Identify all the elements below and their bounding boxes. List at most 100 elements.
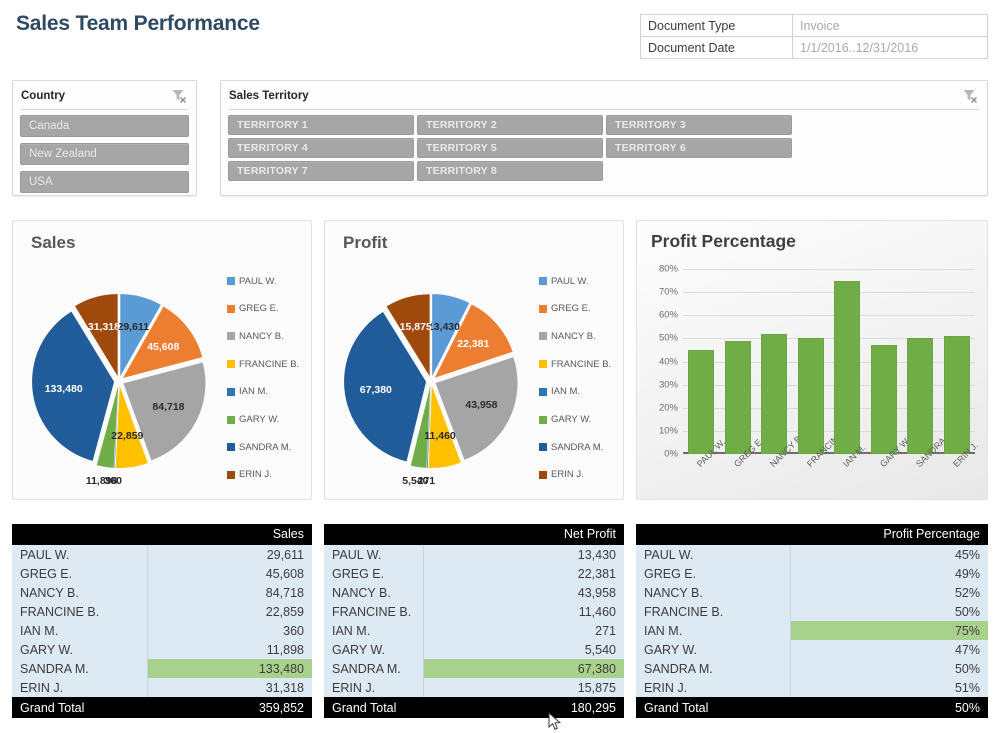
sales-table-row-name-2: NANCY B.	[12, 583, 148, 602]
table-row[interactable]: GARY W. 5,540	[324, 640, 624, 659]
sales-pie-data-label-7: 31,318	[87, 321, 120, 334]
sales-table-row-value-4: 360	[147, 621, 312, 640]
profit-pie-legend-label-4: IAN M.	[551, 386, 581, 398]
sales-pie-legend-item-2: NANCY B.	[227, 326, 305, 346]
percentage-table-row-name-5: GARY W.	[636, 640, 792, 659]
sales-pie-legend-label-4: IAN M.	[239, 386, 269, 398]
bar-gridline-8	[683, 269, 975, 270]
table-row[interactable]: FRANCINE B. 22,859	[12, 602, 312, 621]
sales-pie-legend-swatch-3	[227, 360, 235, 369]
percentage-table-row-name-6: SANDRA M.	[636, 659, 792, 678]
table-row[interactable]: ERIN J. 15,875	[324, 678, 624, 697]
table-row[interactable]: FRANCINE B. 50%	[636, 602, 988, 621]
bar-gridline-7	[683, 292, 975, 294]
profit-table-row-value-2: 43,958	[423, 583, 624, 602]
profit-pie-data-label-1: 22,381	[457, 338, 490, 351]
sales-table-row-value-6: 133,480	[147, 659, 312, 678]
profit-pie-legend-item-7: ERIN J.	[539, 465, 617, 485]
country-slicer-item-2[interactable]: USA	[20, 171, 189, 193]
sales-pie-legend-label-5: GARY W.	[239, 414, 280, 426]
bar-y-tick-2: 20%	[658, 402, 678, 414]
sales-table: Sales PAUL W. 29,611 GREG E. 45,608 NANCY B.…	[12, 524, 312, 718]
percentage-table-row-value-2: 52%	[790, 583, 988, 602]
profit-percentage-chart-title: Profit Percentage	[651, 231, 796, 251]
table-row[interactable]: FRANCINE B. 11,460	[324, 602, 624, 621]
bar-y-tick-1: 10%	[658, 425, 678, 437]
table-row[interactable]: PAUL W. 45%	[636, 545, 988, 564]
profit-table-row-value-0: 13,430	[423, 545, 624, 564]
table-row[interactable]: IAN M. 360	[12, 621, 312, 640]
profit-table-row-name-5: GARY W.	[324, 640, 424, 659]
sales-pie-data-label-5: 11,898	[85, 475, 118, 487]
sales-pie-data-label-2: 84,718	[152, 400, 185, 413]
profit-pie-legend-label-5: GARY W.	[551, 414, 592, 426]
table-row[interactable]: GREG E. 45,608	[12, 564, 312, 583]
profit-percentage-bar-chart: 0% 10% 20% 30% 40% 50% 60% 70% 80% PAUL W. GREG E.…	[659, 264, 980, 470]
table-row[interactable]: NANCY B. 43,958	[324, 583, 624, 602]
clear-filter-icon[interactable]	[961, 87, 979, 105]
table-row[interactable]: ERIN J. 51%	[636, 678, 988, 697]
territory-slicer-item-4[interactable]: TERRITORY 5	[417, 138, 603, 158]
country-slicer-item-1[interactable]: New Zealand	[20, 143, 189, 165]
table-row[interactable]: SANDRA M. 133,480	[12, 659, 312, 678]
sales-territory-slicer[interactable]: Sales Territory TERRITORY 1 TERRITORY 2 TE…	[220, 80, 988, 196]
sales-table-grand-total-row: Grand Total 359,852	[12, 697, 312, 718]
sales-table-row-name-4: IAN M.	[12, 621, 148, 640]
sales-pie-legend-item-0: PAUL W.	[227, 271, 305, 291]
table-row[interactable]: GARY W. 47%	[636, 640, 988, 659]
document-date-label: Document Date	[640, 36, 793, 59]
document-date-value: 1/1/2016..12/31/2016	[792, 36, 988, 59]
bar-column-4	[834, 280, 861, 454]
document-info-body: Document Type Invoice Document Date 1/1/…	[640, 14, 988, 59]
table-row[interactable]: ERIN J. 31,318	[12, 678, 312, 697]
table-row[interactable]: NANCY B. 84,718	[12, 583, 312, 602]
table-row[interactable]: GARY W. 11,898	[12, 640, 312, 659]
document-date-row: Document Date 1/1/2016..12/31/2016	[640, 36, 988, 59]
territory-slicer-item-5[interactable]: TERRITORY 6	[606, 138, 792, 158]
country-slicer[interactable]: Country Canada New Zealand USA	[12, 80, 197, 196]
sales-pie-legend-swatch-6	[227, 443, 235, 452]
profit-table-name-header	[324, 524, 423, 545]
percentage-table-row-value-1: 49%	[790, 564, 988, 583]
profit-table-row-value-5: 5,540	[423, 640, 624, 659]
table-row[interactable]: IAN M. 271	[324, 621, 624, 640]
sales-pie-data-label-1: 45,608	[147, 340, 180, 353]
profit-table: Net Profit PAUL W. 13,430 GREG E. 22,381 NAN…	[324, 524, 624, 718]
clear-filter-icon[interactable]	[170, 87, 188, 105]
profit-pie-legend-label-6: SANDRA M.	[551, 441, 604, 453]
table-row[interactable]: IAN M. 75%	[636, 621, 988, 640]
table-row[interactable]: SANDRA M. 67,380	[324, 659, 624, 678]
sales-chart-title: Sales	[31, 233, 76, 252]
territory-slicer-item-2[interactable]: TERRITORY 3	[606, 115, 792, 135]
table-row[interactable]: NANCY B. 52%	[636, 583, 988, 602]
table-row[interactable]: PAUL W. 13,430	[324, 545, 624, 564]
territory-slicer-item-7[interactable]: TERRITORY 8	[417, 161, 603, 181]
profit-pie-legend-item-1: GREG E.	[539, 299, 617, 319]
profit-pie-data-label-7: 15,875	[399, 321, 432, 334]
percentage-table-head: Profit Percentage	[636, 524, 988, 545]
bar-gridline-6	[683, 315, 975, 317]
sales-table-row-value-2: 84,718	[147, 583, 312, 602]
profit-table-row-value-6: 67,380	[423, 659, 624, 678]
territory-slicer-item-6[interactable]: TERRITORY 7	[228, 161, 414, 181]
profit-table-grand-total-label: Grand Total	[324, 697, 424, 718]
territory-slicer-header: Sales Territory	[229, 86, 979, 110]
percentage-table-row-name-1: GREG E.	[636, 564, 792, 583]
territory-slicer-item-3[interactable]: TERRITORY 4	[228, 138, 414, 158]
country-slicer-item-0[interactable]: Canada	[20, 115, 189, 137]
table-row[interactable]: GREG E. 49%	[636, 564, 988, 583]
profit-table-body: PAUL W. 13,430 GREG E. 22,381 NANCY B. 43,958…	[324, 545, 624, 718]
territory-slicer-item-0[interactable]: TERRITORY 1	[228, 115, 414, 135]
territory-slicer-title: Sales Territory	[229, 90, 309, 102]
table-row[interactable]: GREG E. 22,381	[324, 564, 624, 583]
sales-table-row-name-3: FRANCINE B.	[12, 602, 148, 621]
table-row[interactable]: PAUL W. 29,611	[12, 545, 312, 564]
profit-table-row-name-7: ERIN J.	[324, 678, 424, 697]
profit-table-grand-total-value: 180,295	[423, 697, 624, 718]
sales-table-row-value-0: 29,611	[147, 545, 312, 564]
profit-pie-legend-swatch-7	[539, 470, 547, 479]
territory-slicer-item-1[interactable]: TERRITORY 2	[417, 115, 603, 135]
table-row[interactable]: SANDRA M. 50%	[636, 659, 988, 678]
profit-pie-legend-label-0: PAUL W.	[551, 275, 589, 287]
country-slicer-title: Country	[21, 90, 66, 102]
